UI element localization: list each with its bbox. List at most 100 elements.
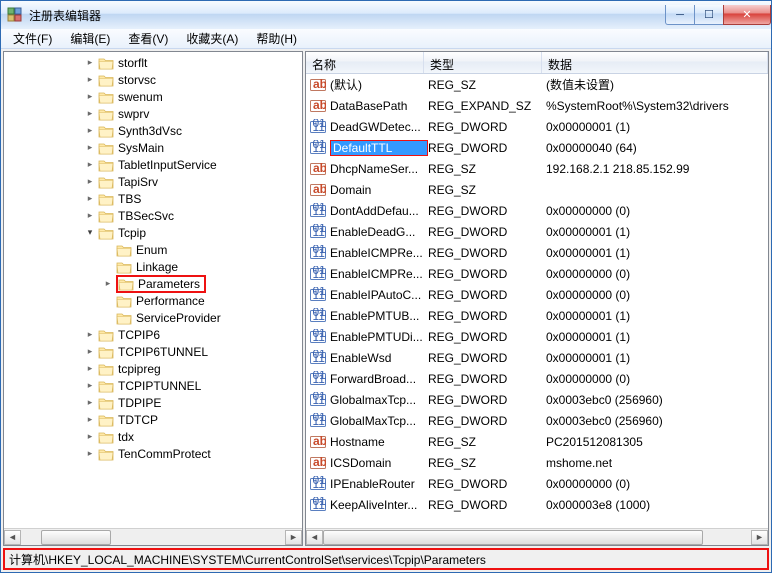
tree-item[interactable]: ▸Synth3dVsc [4, 122, 302, 139]
list-header[interactable]: 名称 类型 数据 [306, 52, 768, 74]
tree-item[interactable]: ▸TCPIPTUNNEL [4, 377, 302, 394]
tree-item[interactable]: ▸TCPIP6TUNNEL [4, 343, 302, 360]
scroll-right-button[interactable]: ► [285, 530, 302, 545]
tree-item[interactable]: Linkage [4, 258, 302, 275]
tree-item[interactable]: ▸swprv [4, 105, 302, 122]
list-row[interactable]: HostnameREG_SZPC201512081305 [306, 431, 768, 452]
expand-icon[interactable]: ▸ [84, 210, 96, 222]
expand-icon[interactable]: ▸ [84, 108, 96, 120]
cell-name: DeadGWDetec... [330, 120, 428, 134]
tree-item[interactable]: ▸TDPIPE [4, 394, 302, 411]
tree-item[interactable]: ▸swenum [4, 88, 302, 105]
list-hscrollbar[interactable]: ◄ ► [306, 528, 768, 545]
tree-item[interactable]: ▾Tcpip [4, 224, 302, 241]
scroll-thumb[interactable] [41, 530, 111, 545]
tree-pane[interactable]: ▸storflt▸storvsc▸swenum▸swprv▸Synth3dVsc… [3, 51, 303, 546]
tree-item[interactable]: ServiceProvider [4, 309, 302, 326]
tree-item[interactable]: Enum [4, 241, 302, 258]
list-row[interactable]: ForwardBroad...REG_DWORD0x00000000 (0) [306, 368, 768, 389]
tree-item[interactable]: ▸TenCommProtect [4, 445, 302, 462]
list-body[interactable]: (默认)REG_SZ(数值未设置)DataBasePathREG_EXPAND_… [306, 74, 768, 528]
expand-icon[interactable]: ▸ [84, 125, 96, 137]
tree-item[interactable]: ▸storvsc [4, 71, 302, 88]
list-pane[interactable]: 名称 类型 数据 (默认)REG_SZ(数值未设置)DataBasePathRE… [305, 51, 769, 546]
close-button[interactable]: ✕ [723, 5, 771, 25]
list-row[interactable]: DefaultTTLREG_DWORD0x00000040 (64) [306, 137, 768, 158]
menu-view[interactable]: 查看(V) [120, 28, 176, 49]
expand-icon[interactable]: ▸ [84, 159, 96, 171]
list-row[interactable]: ICSDomainREG_SZmshome.net [306, 452, 768, 473]
scroll-track[interactable] [323, 530, 751, 545]
app-icon [7, 7, 23, 23]
list-row[interactable]: DataBasePathREG_EXPAND_SZ%SystemRoot%\Sy… [306, 95, 768, 116]
list-row[interactable]: GlobalMaxTcp...REG_DWORD0x0003ebc0 (2569… [306, 410, 768, 431]
list-row[interactable]: KeepAliveInter...REG_DWORD0x000003e8 (10… [306, 494, 768, 515]
expand-icon[interactable]: ▸ [84, 431, 96, 443]
folder-icon [98, 447, 114, 461]
expand-icon[interactable]: ▸ [84, 329, 96, 341]
expand-icon[interactable]: ▸ [84, 193, 96, 205]
expand-icon[interactable]: ▸ [84, 74, 96, 86]
title-bar[interactable]: 注册表编辑器 ─ ☐ ✕ [1, 1, 771, 29]
expand-icon[interactable]: ▸ [84, 397, 96, 409]
menu-file[interactable]: 文件(F) [5, 28, 60, 49]
registry-tree[interactable]: ▸storflt▸storvsc▸swenum▸swprv▸Synth3dVsc… [4, 52, 302, 528]
tree-item[interactable]: ▸TBSecSvc [4, 207, 302, 224]
cell-name: DefaultTTL [330, 140, 428, 156]
list-row[interactable]: DomainREG_SZ [306, 179, 768, 200]
folder-icon [98, 413, 114, 427]
expand-icon[interactable]: ▸ [84, 363, 96, 375]
tree-item[interactable]: ▸storflt [4, 54, 302, 71]
tree-item-label: TCPIP6 [118, 328, 160, 342]
expand-icon[interactable]: ▸ [84, 57, 96, 69]
tree-item[interactable]: ▸SysMain [4, 139, 302, 156]
expand-icon[interactable]: ▸ [84, 448, 96, 460]
scroll-right-button[interactable]: ► [751, 530, 768, 545]
list-row[interactable]: EnablePMTUB...REG_DWORD0x00000001 (1) [306, 305, 768, 326]
menu-help[interactable]: 帮助(H) [248, 28, 305, 49]
maximize-button[interactable]: ☐ [694, 5, 724, 25]
list-row[interactable]: EnableDeadG...REG_DWORD0x00000001 (1) [306, 221, 768, 242]
tree-item[interactable]: Performance [4, 292, 302, 309]
list-row[interactable]: DontAddDefau...REG_DWORD0x00000000 (0) [306, 200, 768, 221]
tree-item[interactable]: ▸tdx [4, 428, 302, 445]
list-row[interactable]: EnableIPAutoC...REG_DWORD0x00000000 (0) [306, 284, 768, 305]
tree-item[interactable]: ▸TBS [4, 190, 302, 207]
tree-item[interactable]: ▸tcpipreg [4, 360, 302, 377]
expand-icon[interactable]: ▸ [84, 380, 96, 392]
reg-string-icon [310, 455, 326, 471]
menu-favorites[interactable]: 收藏夹(A) [178, 28, 246, 49]
list-row[interactable]: DeadGWDetec...REG_DWORD0x00000001 (1) [306, 116, 768, 137]
list-row[interactable]: DhcpNameSer...REG_SZ192.168.2.1 218.85.1… [306, 158, 768, 179]
list-row[interactable]: (默认)REG_SZ(数值未设置) [306, 74, 768, 95]
list-row[interactable]: GlobalmaxTcp...REG_DWORD0x0003ebc0 (2569… [306, 389, 768, 410]
tree-item[interactable]: ▸Parameters [4, 275, 302, 292]
col-header-name[interactable]: 名称 [306, 52, 424, 73]
expand-icon[interactable]: ▸ [84, 414, 96, 426]
list-row[interactable]: EnablePMTUDi...REG_DWORD0x00000001 (1) [306, 326, 768, 347]
col-header-data[interactable]: 数据 [542, 52, 768, 73]
expand-icon[interactable]: ▸ [102, 278, 114, 290]
tree-hscrollbar[interactable]: ◄ ► [4, 528, 302, 545]
scroll-thumb[interactable] [323, 530, 703, 545]
expand-icon[interactable]: ▸ [84, 346, 96, 358]
expand-icon[interactable]: ▸ [84, 142, 96, 154]
tree-item[interactable]: ▸ TCPIP6 [4, 326, 302, 343]
col-header-type[interactable]: 类型 [424, 52, 542, 73]
minimize-button[interactable]: ─ [665, 5, 695, 25]
menu-edit[interactable]: 编辑(E) [62, 28, 118, 49]
scroll-left-button[interactable]: ◄ [306, 530, 323, 545]
scroll-track[interactable] [21, 530, 285, 545]
expand-icon[interactable]: ▸ [84, 91, 96, 103]
list-row[interactable]: IPEnableRouterREG_DWORD0x00000000 (0) [306, 473, 768, 494]
tree-item[interactable]: ▸TabletInputService [4, 156, 302, 173]
list-row[interactable]: EnableWsdREG_DWORD0x00000001 (1) [306, 347, 768, 368]
collapse-icon[interactable]: ▾ [84, 227, 96, 239]
list-row[interactable]: EnableICMPRe...REG_DWORD0x00000000 (0) [306, 263, 768, 284]
expand-icon[interactable]: ▸ [84, 176, 96, 188]
tree-item[interactable]: ▸TapiSrv [4, 173, 302, 190]
cell-data: 0x00000040 (64) [546, 141, 768, 155]
list-row[interactable]: EnableICMPRe...REG_DWORD0x00000001 (1) [306, 242, 768, 263]
tree-item[interactable]: ▸TDTCP [4, 411, 302, 428]
scroll-left-button[interactable]: ◄ [4, 530, 21, 545]
